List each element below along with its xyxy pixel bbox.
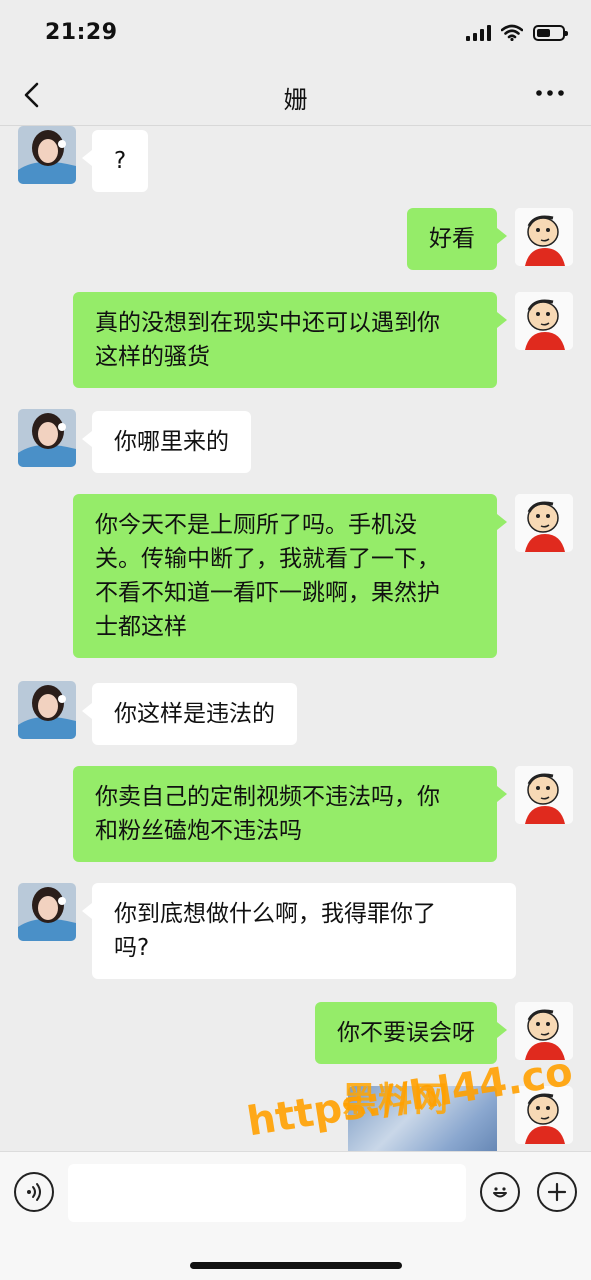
- status-icons: [466, 24, 568, 41]
- voice-input-button[interactable]: [14, 1172, 54, 1212]
- emoji-button[interactable]: [480, 1172, 520, 1212]
- contact-avatar[interactable]: [18, 409, 76, 467]
- input-bar: [0, 1151, 591, 1280]
- my-avatar[interactable]: [515, 292, 573, 350]
- message-bubble[interactable]: 你不要误会呀: [315, 1002, 507, 1064]
- more-dots-icon[interactable]: [535, 86, 565, 100]
- message-bubble[interactable]: 你到底想做什么啊，我得罪你了 吗?: [82, 883, 516, 979]
- my-avatar[interactable]: [515, 766, 573, 824]
- message-bubble[interactable]: 你这样是违法的: [82, 683, 297, 745]
- nav-bar: 姗: [0, 66, 591, 126]
- emoji-icon: [493, 1187, 507, 1198]
- more-functions-button[interactable]: [537, 1172, 577, 1212]
- message-bubble[interactable]: 你哪里来的: [82, 411, 251, 473]
- message-bubble[interactable]: 你卖自己的定制视频不违法吗，你 和粉丝磕炮不违法吗: [73, 766, 507, 862]
- message-bubble[interactable]: 真的没想到在现实中还可以遇到你 这样的骚货: [73, 292, 507, 388]
- contact-avatar[interactable]: [18, 883, 76, 941]
- wifi-icon: [501, 24, 523, 41]
- battery-icon: [533, 24, 568, 41]
- message-bubble[interactable]: 你今天不是上厕所了吗。手机没 关。传输中断了，我就看了一下， 不看不知道一看吓一…: [73, 494, 507, 658]
- contact-avatar[interactable]: [18, 126, 76, 184]
- home-indicator: [190, 1262, 402, 1269]
- status-time: 21:29: [45, 20, 118, 45]
- signal-icon: [466, 24, 491, 41]
- my-avatar[interactable]: [515, 208, 573, 266]
- message-bubble[interactable]: ?: [81, 130, 149, 192]
- voice-icon: [27, 1183, 41, 1201]
- chat-area[interactable]: ? 好看 真的没想到在现实中还可以遇到你 这样的骚货 你哪里来的 你今天不是上厕…: [0, 126, 591, 1151]
- message-bubble[interactable]: 好看: [407, 208, 507, 270]
- chat-title: 姗: [283, 86, 308, 114]
- my-avatar[interactable]: [515, 494, 573, 552]
- plus-icon: [547, 1182, 567, 1202]
- contact-avatar[interactable]: [18, 681, 76, 739]
- message-input[interactable]: [68, 1164, 466, 1222]
- status-bar: 21:29: [0, 0, 591, 66]
